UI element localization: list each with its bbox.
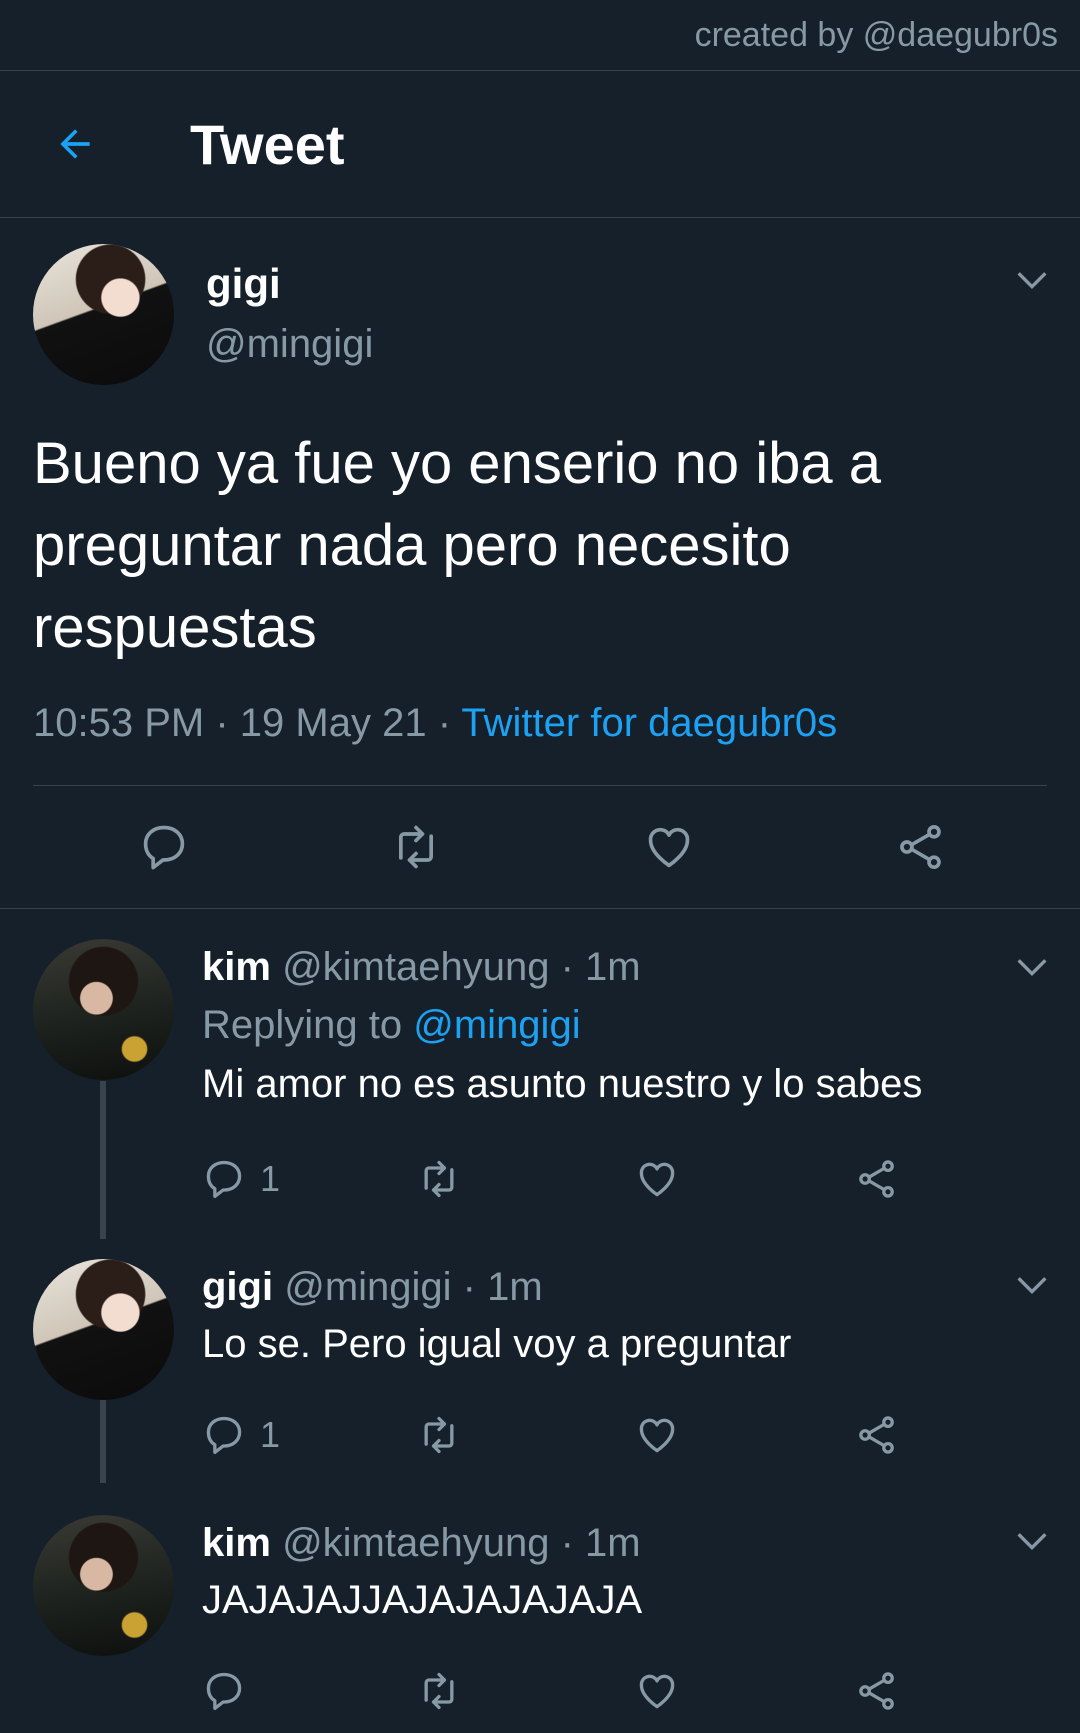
- reply-tweet[interactable]: kim @kimtaehyung · 1m Replying to @mingi…: [0, 909, 1080, 1221]
- reply-tweet[interactable]: gigi @mingigi · 1m Lo se. Pero igual voy…: [0, 1221, 1080, 1477]
- replying-to-label: Replying to: [202, 1003, 403, 1047]
- reply-header: gigi @mingigi · 1m: [202, 1259, 1080, 1315]
- main-tweet: gigi @mingigi Bueno ya fue yo enserio no…: [0, 218, 1080, 908]
- reply-icon: [206, 1160, 242, 1199]
- share-icon: [859, 1416, 894, 1454]
- like-heart-icon[interactable]: [643, 821, 695, 873]
- avatar[interactable]: [33, 1259, 174, 1400]
- separator: ·: [560, 945, 574, 989]
- reply-thread: kim @kimtaehyung · 1m Replying to @mingi…: [0, 908, 1080, 1733]
- reply-button[interactable]: [202, 1669, 417, 1713]
- reply-count: 1: [260, 1158, 281, 1199]
- reply-author-handle[interactable]: @mingigi: [284, 1265, 451, 1309]
- reply-time: 1m: [585, 1521, 641, 1565]
- chevron-down-icon[interactable]: [1012, 1521, 1052, 1561]
- separator: ·: [215, 701, 229, 745]
- chevron-down-icon[interactable]: [1012, 947, 1052, 987]
- reply-time: 1m: [487, 1265, 543, 1309]
- creator-credit-text: created by @daegubr0s: [694, 15, 1058, 54]
- chevron-down-icon[interactable]: [1012, 1265, 1052, 1305]
- reply-icon: [206, 1672, 242, 1711]
- like-heart-icon: [639, 1418, 675, 1453]
- page-title: Tweet: [190, 112, 345, 176]
- like-heart-icon: [639, 1162, 675, 1197]
- reply-action-bar: [202, 1649, 1080, 1733]
- like-button[interactable]: [635, 1669, 855, 1713]
- reply-icon: [206, 1416, 242, 1455]
- tweet-source-link[interactable]: Twitter for daegubr0s: [461, 701, 837, 745]
- separator: ·: [462, 1265, 476, 1309]
- share-button[interactable]: [855, 1669, 899, 1713]
- author-handle[interactable]: @mingigi: [206, 313, 373, 375]
- retweet-button[interactable]: [417, 1669, 635, 1713]
- reply-text: JAJAJAJJAJAJAJAJAJA: [202, 1578, 643, 1622]
- reply-header: kim @kimtaehyung · 1m: [202, 939, 1080, 995]
- top-app-bar: Tweet: [0, 71, 1080, 218]
- avatar[interactable]: [33, 244, 174, 385]
- share-button[interactable]: [855, 1413, 899, 1457]
- reply-tweet[interactable]: kim @kimtaehyung · 1m JAJAJAJJAJAJAJAJAJ…: [0, 1477, 1080, 1733]
- reply-action-bar: 1: [202, 1393, 1080, 1477]
- share-icon: [859, 1672, 894, 1710]
- mention-link[interactable]: @mingigi: [413, 1003, 580, 1047]
- reply-author-handle[interactable]: @kimtaehyung: [282, 945, 549, 989]
- replying-to: Replying to @mingigi: [202, 995, 1080, 1055]
- reply-action-bar: 1: [202, 1137, 1080, 1221]
- reply-text: Lo se. Pero igual voy a preguntar: [202, 1322, 792, 1366]
- retweet-button[interactable]: [417, 1157, 635, 1201]
- share-icon[interactable]: [895, 821, 947, 873]
- reply-icon[interactable]: [138, 821, 190, 873]
- tweet-time: 10:53 PM: [33, 701, 205, 745]
- tweet-date: 19 May 21: [239, 701, 427, 745]
- reply-author-handle[interactable]: @kimtaehyung: [282, 1521, 549, 1565]
- reply-text: Mi amor no es asunto nuestro y lo sabes: [202, 1062, 923, 1106]
- share-button[interactable]: [855, 1157, 899, 1201]
- retweet-icon[interactable]: [390, 821, 442, 873]
- reply-count: 1: [260, 1414, 281, 1455]
- reply-author-name[interactable]: gigi: [202, 1265, 273, 1309]
- avatar[interactable]: [33, 1515, 174, 1656]
- reply-author-name[interactable]: kim: [202, 1521, 271, 1565]
- like-button[interactable]: [635, 1413, 855, 1457]
- like-heart-icon: [639, 1674, 675, 1709]
- creator-credit: created by @daegubr0s: [0, 0, 1080, 71]
- back-arrow-icon: [60, 129, 90, 159]
- reply-author-name[interactable]: kim: [202, 945, 271, 989]
- share-icon: [859, 1160, 894, 1198]
- retweet-icon: [424, 1672, 454, 1710]
- reply-button[interactable]: 1: [202, 1413, 417, 1457]
- separator: ·: [437, 701, 452, 745]
- chevron-down-icon[interactable]: [1012, 260, 1052, 300]
- retweet-button[interactable]: [417, 1413, 635, 1457]
- tweet-metadata: 10:53 PM · 19 May 21 · Twitter for daegu…: [33, 693, 1047, 753]
- tweet-text: Bueno ya fue yo enserio no iba a pregunt…: [33, 431, 882, 660]
- reply-button[interactable]: 1: [202, 1157, 417, 1201]
- retweet-icon: [424, 1416, 454, 1454]
- avatar[interactable]: [33, 939, 174, 1080]
- reply-time: 1m: [585, 945, 641, 989]
- tweet-action-bar: [33, 786, 1047, 908]
- like-button[interactable]: [635, 1157, 855, 1201]
- separator: ·: [560, 1521, 574, 1565]
- retweet-icon: [424, 1160, 454, 1198]
- author-name[interactable]: gigi: [206, 255, 373, 313]
- back-button[interactable]: [40, 109, 110, 179]
- main-tweet-author: gigi @mingigi: [33, 244, 1047, 385]
- reply-header: kim @kimtaehyung · 1m: [202, 1515, 1080, 1571]
